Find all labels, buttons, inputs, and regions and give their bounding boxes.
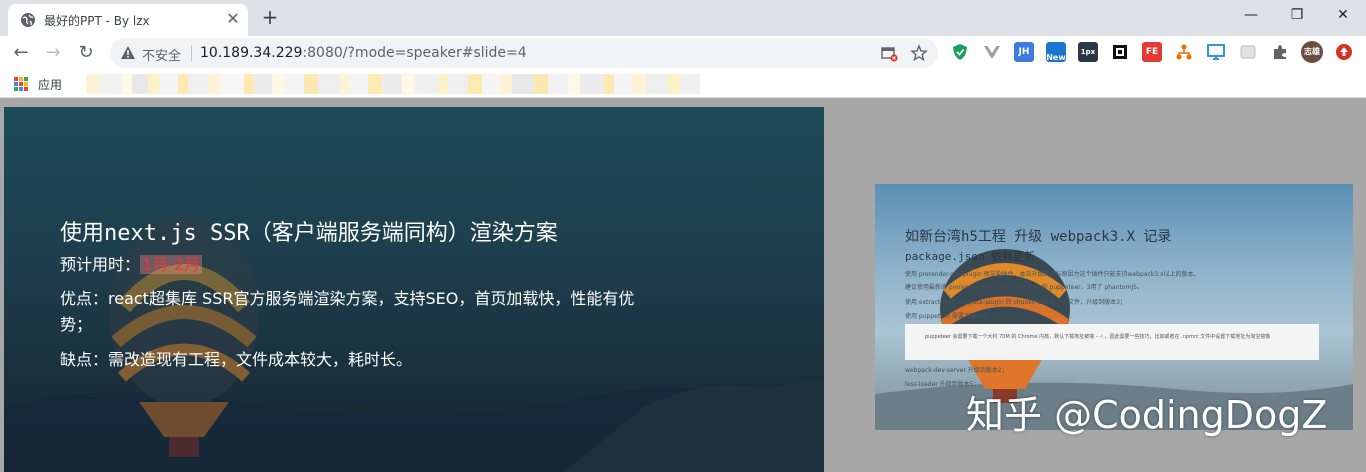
new-tab-button[interactable]: + xyxy=(258,5,282,29)
jh-extension-icon[interactable]: JH xyxy=(1014,42,1034,62)
tab-title: 最好的PPT - By lzx xyxy=(44,14,150,28)
pros-line-2: 势； xyxy=(60,315,93,334)
pros-line-1: 优点：react超集库 SSR官方服务端渲染方案，支持SEO，首页加载快，性能有… xyxy=(60,289,635,308)
time-label: 预计用时： xyxy=(60,255,141,274)
screen-extension-icon[interactable] xyxy=(1206,42,1226,62)
1px-extension-icon[interactable]: 1px xyxy=(1078,42,1098,62)
apps-grid-dot xyxy=(24,82,28,86)
zhihu-watermark: 知乎 @CodingDogZ xyxy=(966,393,1328,437)
preview-code-text: puppeteer 会需要下载一个大约 70M 的 Chrome 内核，默认下载… xyxy=(925,334,1271,340)
apps-grid-dot xyxy=(14,77,18,81)
browser-tab[interactable]: 最好的PPT - By lzx ✕ xyxy=(8,4,248,36)
omnibox-divider xyxy=(191,45,192,61)
close-window-button[interactable]: ✕ xyxy=(1320,0,1366,30)
blurred-bookmarks xyxy=(86,74,836,94)
tab-close-icon[interactable]: ✕ xyxy=(224,10,242,28)
url-text[interactable]: 10.189.34.229:8080/?mode=speaker#slide=4 xyxy=(200,45,527,61)
url-host: 10.189.34.229 xyxy=(200,45,303,61)
update-extension-icon[interactable] xyxy=(1334,42,1354,62)
bookmark-apps[interactable]: 应用 xyxy=(38,76,62,93)
slide-title: 使用next.js SSR（客户端服务端同构）渲染方案 xyxy=(60,221,558,246)
current-slide[interactable]: 使用next.js SSR（客户端服务端同构）渲染方案 预计用时： 1月-2月 优… xyxy=(4,107,824,472)
bookmark-star-icon[interactable] xyxy=(910,44,928,62)
browser-toolbar: ← → ↻ 不安全 10.189.34.229:8080/?mode=speak… xyxy=(0,36,1366,70)
apps-grid-dot xyxy=(24,77,28,81)
warning-icon[interactable] xyxy=(120,45,136,61)
cons-line: 缺点：需改造现有工程，文件成本较大，耗时长。 xyxy=(60,350,413,369)
apps-grid-icon[interactable] xyxy=(14,77,28,91)
square-extension-icon[interactable] xyxy=(1110,42,1130,62)
tab-strip: 最好的PPT - By lzx ✕ + — ❐ ✕ xyxy=(0,0,1366,36)
globe-icon xyxy=(21,13,35,27)
address-bar[interactable]: 不安全 10.189.34.229:8080/?mode=speaker#sli… xyxy=(110,38,938,68)
url-path: :8080/?mode=speaker#slide=4 xyxy=(302,45,527,61)
new-extension-icon[interactable]: New xyxy=(1046,42,1066,62)
preview-line-2: 建议使用最新的 prerender 插件，2用了 Chrome 的 puppet… xyxy=(905,284,1143,291)
puzzle-extension-icon[interactable] xyxy=(1270,42,1290,62)
profile-avatar[interactable]: 志雄 xyxy=(1301,41,1323,63)
apps-grid-dot xyxy=(19,87,23,91)
preview-line-5: webpack-dev-server 升级到版本2； xyxy=(905,367,1008,374)
grey-extension-icon[interactable] xyxy=(1238,42,1258,62)
apps-grid-dot xyxy=(24,87,28,91)
vue-devtools-icon[interactable] xyxy=(982,42,1002,62)
preview-code-block: puppeteer 会需要下载一个大约 70M 的 Chrome 内核，默认下载… xyxy=(905,324,1319,360)
apps-grid-dot xyxy=(19,82,23,86)
preview-subtitle: package.json 依赖更新 xyxy=(905,250,1036,263)
shield-extension-icon[interactable] xyxy=(950,42,970,62)
preview-line-3: 使用 extract-text-webpack-plugin 的 chunks … xyxy=(905,299,1126,306)
bookmarks-bar: 应用 xyxy=(0,70,1366,98)
maximize-button[interactable]: ❐ xyxy=(1274,0,1320,30)
preview-line-4: 使用 puppeteer 需要下载内核； xyxy=(905,313,994,320)
apps-grid-dot xyxy=(14,82,18,86)
forward-button[interactable]: → xyxy=(40,40,66,66)
back-button[interactable]: ← xyxy=(8,40,34,66)
fe-extension-icon[interactable]: FE xyxy=(1142,42,1162,62)
minimize-button[interactable]: — xyxy=(1228,0,1274,30)
tree-extension-icon[interactable] xyxy=(1174,42,1194,62)
apps-grid-dot xyxy=(14,87,18,91)
security-label[interactable]: 不安全 xyxy=(142,45,181,64)
preview-line-1: 使用 prerender-spa-plugin 预渲染插件，本次升级的目标原因为… xyxy=(905,271,1200,278)
time-estimate: 预计用时： 1月-2月 xyxy=(60,253,203,277)
blocked-popup-icon[interactable] xyxy=(880,44,898,62)
time-value: 1月-2月 xyxy=(140,255,203,274)
preview-title: 如新台湾h5工程 升级 webpack3.X 记录 xyxy=(905,229,1172,245)
apps-grid-dot xyxy=(19,77,23,81)
reload-button[interactable]: ↻ xyxy=(73,40,99,66)
